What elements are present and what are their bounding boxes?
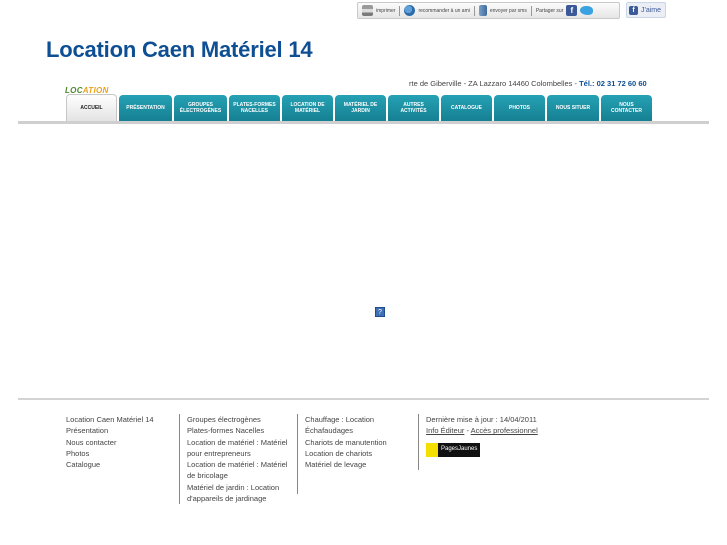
tab-photos[interactable]: Photos [494, 95, 545, 122]
tab-location-de-materiel[interactable]: Location de matériel [282, 95, 333, 122]
footer-link[interactable]: Matériel de levage [305, 459, 387, 470]
nav-divider [18, 121, 709, 124]
footer-link[interactable]: Présentation [66, 425, 154, 436]
share-toolbar: imprimer recommander à un ami envoyer pa… [357, 2, 620, 19]
footer-link[interactable]: Échafaudages [305, 425, 387, 436]
share-on: Partager sur f [532, 5, 601, 16]
like-label: J'aime [641, 6, 662, 14]
footer-info: Dernière mise à jour : 14/04/2011 Info É… [418, 414, 538, 470]
footer-links-products: Groupes électrogènes Plates-formes Nacel… [179, 414, 287, 504]
footer-link[interactable]: Photos [66, 448, 154, 459]
facebook-like-button[interactable]: f J'aime [626, 2, 666, 18]
footer-link[interactable]: Location de chariots [305, 448, 387, 459]
tab-label: Photos [508, 104, 531, 111]
footer-link[interactable]: Chariots de manutention [305, 437, 387, 448]
printer-icon [362, 5, 373, 16]
info-editeur-link[interactable]: Info Éditeur [426, 426, 464, 435]
footer-link[interactable]: Catalogue [66, 459, 154, 470]
tab-label: Plates-formes Nacelles [233, 101, 276, 114]
footer-link[interactable]: Plates-formes Nacelles [187, 425, 287, 436]
recommend-label: recommander à un ami [418, 7, 470, 14]
tab-nous-situer[interactable]: Nous situer [547, 95, 599, 122]
tab-presentation[interactable]: Présentation [119, 95, 172, 122]
tab-groupes-electrogenes[interactable]: Groupes électrogènes [174, 95, 227, 122]
twitter-icon[interactable] [580, 6, 594, 15]
footer-link[interactable]: d'appareils de jardinage [187, 493, 287, 504]
pages-jaunes-badge[interactable]: PagesJaunes [426, 442, 481, 457]
facebook-icon: f [629, 5, 638, 15]
tab-plates-formes-nacelles[interactable]: Plates-formes Nacelles [229, 95, 280, 122]
pages-jaunes-label: PagesJaunes [441, 445, 478, 452]
tab-accueil[interactable]: Accueil [66, 94, 117, 122]
tab-label: Location de matériel [290, 101, 325, 114]
footer-link[interactable]: pour entrepreneurs [187, 448, 287, 459]
address-bar: rte de Giberville - ZA Lazzaro 14460 Col… [409, 79, 647, 88]
tab-label: Nous situer [555, 104, 591, 111]
last-update: Dernière mise à jour : 14/04/2011 [426, 415, 537, 424]
recommend-link[interactable]: recommander à un ami [400, 5, 473, 16]
footer-links-main: Location Caen Matériel 14 Présentation N… [66, 414, 154, 470]
mobile-phone-icon [478, 5, 487, 16]
footer-link[interactable]: Nous contacter [66, 437, 154, 448]
tab-nous-contacter[interactable]: Nous contacter [601, 95, 652, 122]
share-on-label: Partager sur [535, 7, 564, 14]
footer-link[interactable]: Location de matériel : Matériel [187, 459, 287, 470]
acces-professionnel-link[interactable]: Accès professionnel [471, 426, 538, 435]
sms-label: envoyer par sms [489, 7, 527, 14]
sms-link[interactable]: envoyer par sms [475, 5, 531, 16]
recommend-icon [404, 5, 416, 16]
tab-catalogue[interactable]: Catalogue [441, 95, 492, 122]
tab-label: Nous contacter [610, 101, 642, 114]
footer-divider [18, 398, 709, 400]
footer-link[interactable]: Location de matériel : Matériel [187, 437, 287, 448]
phone-number: 02 31 72 60 60 [596, 79, 647, 88]
phone-label: Tél.: [579, 79, 597, 88]
print-label: imprimer [376, 7, 396, 14]
address: rte de Giberville - ZA Lazzaro 14460 Col… [409, 79, 580, 88]
footer-link[interactable]: Groupes électrogènes [187, 414, 287, 425]
site-title: Location Caen Matériel 14 [46, 37, 313, 62]
tab-label: Catalogue [451, 104, 482, 111]
footer-link[interactable]: Chauffage : Location [305, 414, 387, 425]
main-nav: Accueil Présentation Groupes électrogène… [66, 94, 652, 122]
pages-jaunes-logo-icon [426, 442, 438, 457]
footer-link[interactable]: de bricolage [187, 470, 287, 481]
footer-link[interactable]: Matériel de jardin : Location [187, 482, 287, 493]
print-link[interactable]: imprimer [358, 5, 399, 16]
tab-materiel-de-jardin[interactable]: Matériel de jardin [335, 95, 386, 122]
tab-label: Groupes électrogènes [179, 101, 222, 114]
footer-link[interactable]: Location Caen Matériel 14 [66, 414, 154, 425]
tab-label: Présentation [126, 104, 165, 111]
facebook-icon[interactable]: f [566, 5, 578, 16]
missing-plugin-icon[interactable]: ? [375, 307, 385, 317]
tab-autres-activites[interactable]: Autres activités [388, 95, 439, 122]
tab-label: Autres activités [400, 101, 427, 114]
tab-label: Matériel de jardin [343, 101, 378, 114]
footer-info-links: Info Éditeur - Accès professionnel [426, 425, 538, 436]
tab-label: Accueil [80, 104, 103, 111]
footer-links-services: Chauffage : Location Échafaudages Chario… [297, 414, 387, 494]
